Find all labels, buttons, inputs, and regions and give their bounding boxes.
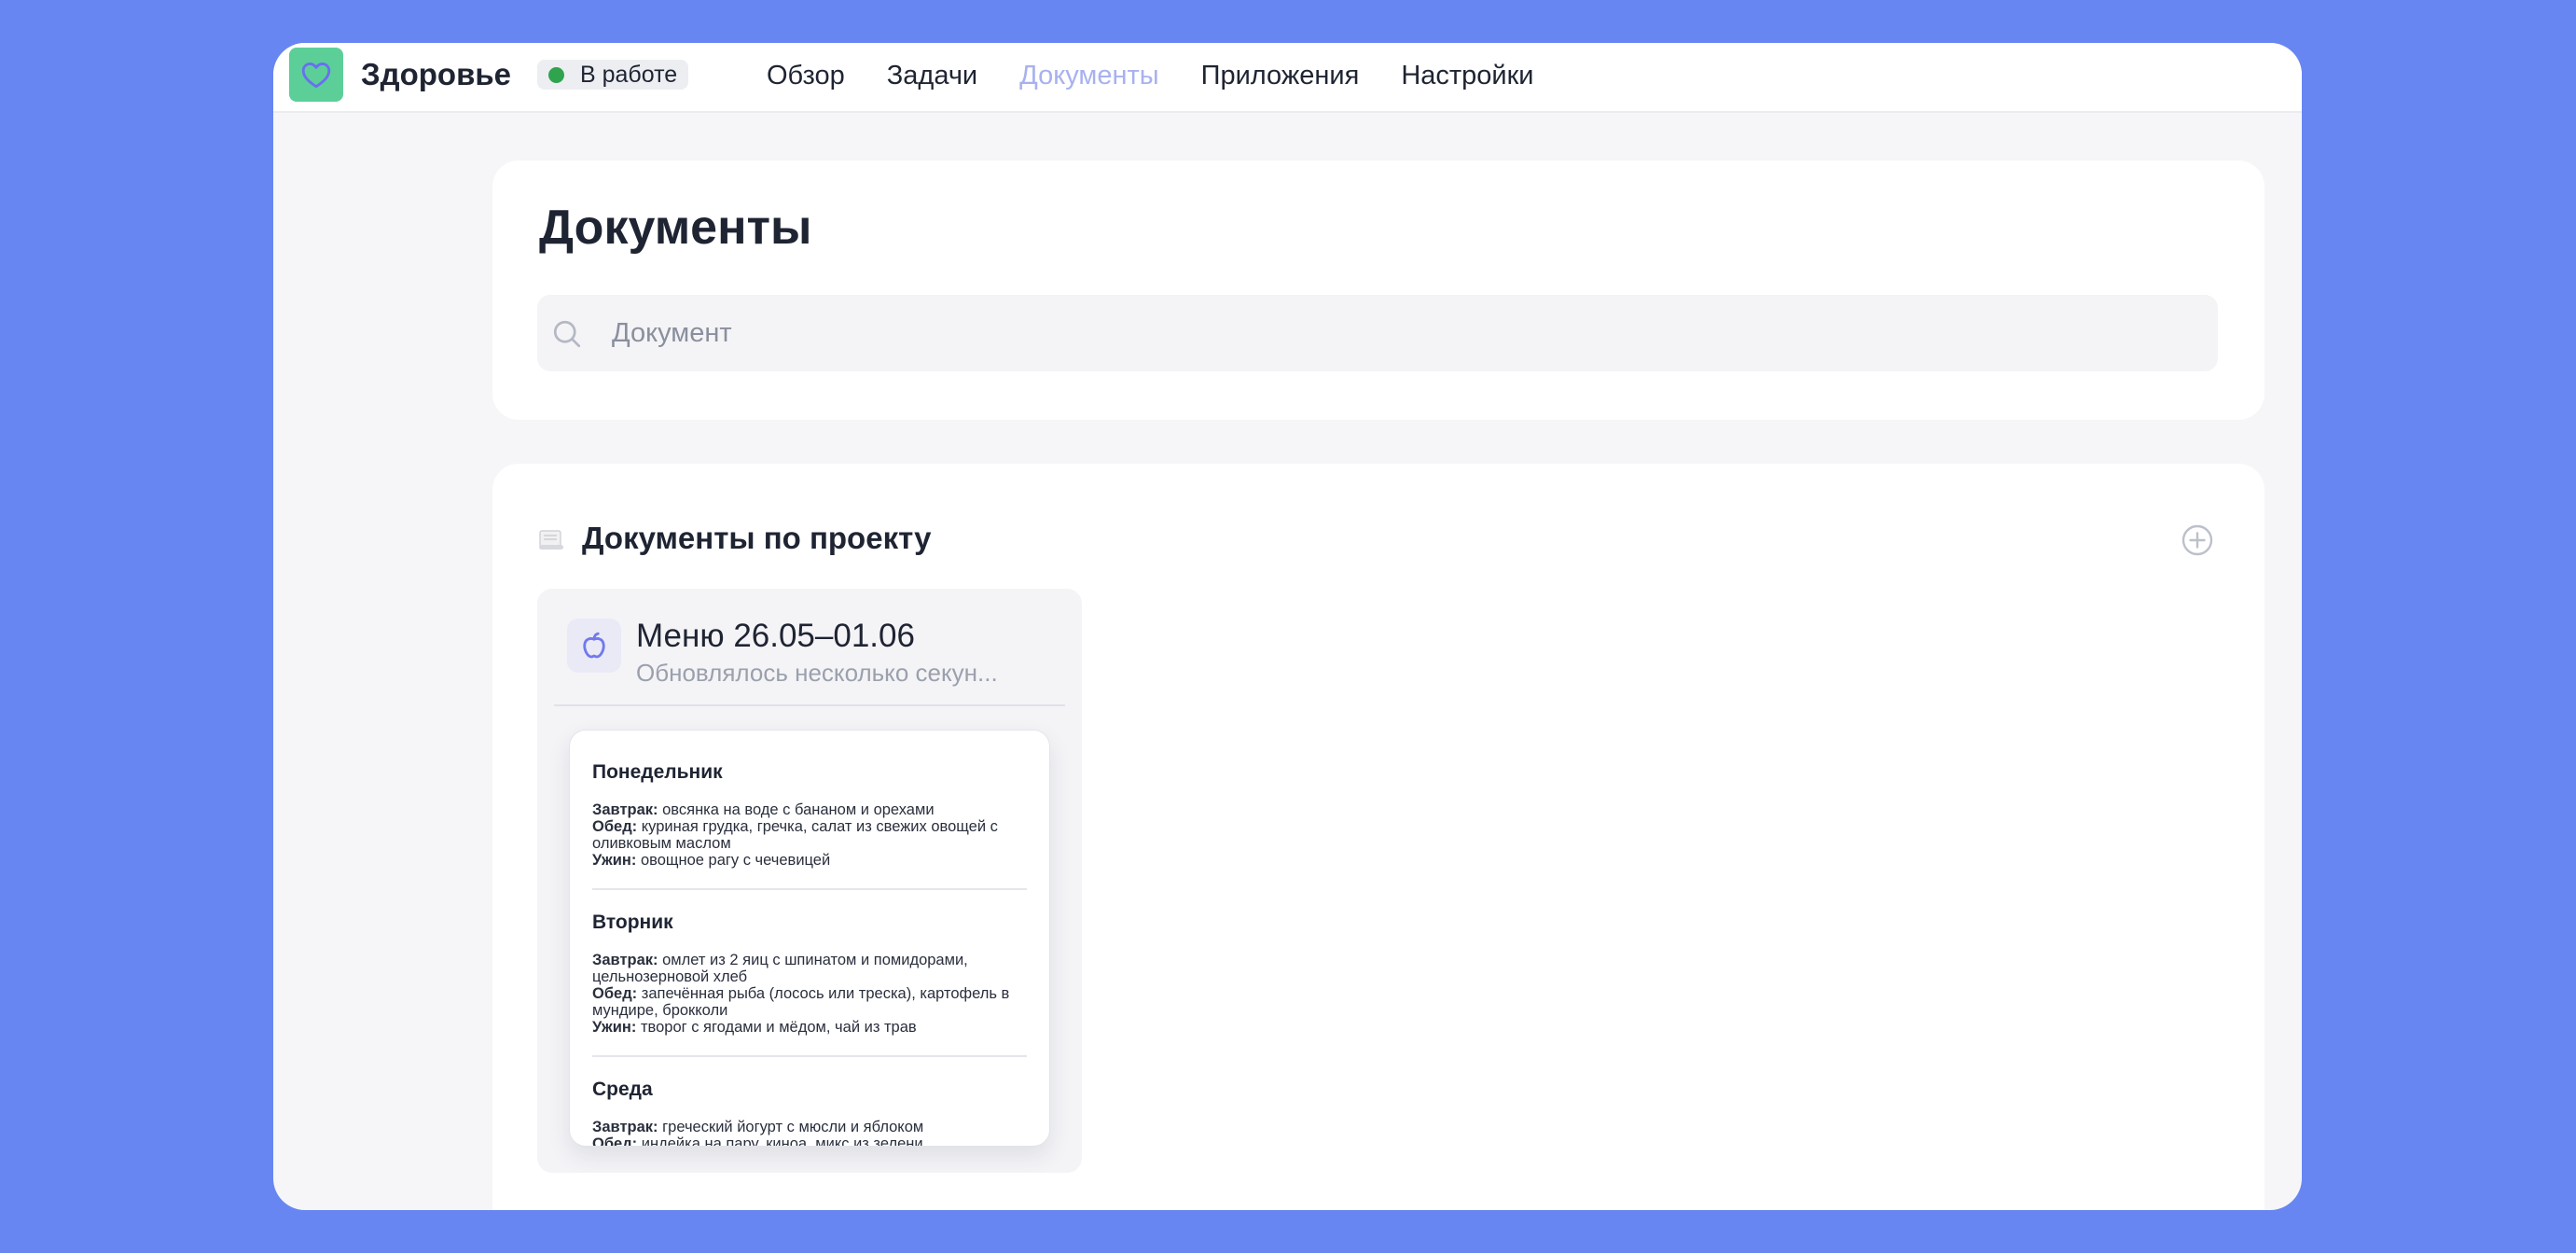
day-title: Понедельник — [592, 761, 723, 783]
search-input[interactable] — [612, 295, 2197, 371]
status-text: В работе — [580, 61, 678, 88]
day-title: Вторник — [592, 912, 673, 933]
meal-line: Ужин: овощное рагу с чечевицей — [592, 852, 831, 869]
documents-header-card: Документы — [492, 160, 2264, 420]
meal-line: Обед: запечённая рыба (лосось или треска… — [592, 985, 1010, 1019]
meal-line: Ужин: творог с ягодами и мёдом, чай из т… — [592, 1019, 917, 1036]
nav-item-tasks[interactable]: Задачи — [887, 57, 977, 94]
nav-item-overview[interactable]: Обзор — [767, 57, 845, 94]
document-icon-container — [567, 619, 621, 673]
document-preview: Понедельник Завтрак: овсянка на воде с б… — [569, 730, 1050, 1147]
day-divider — [592, 1055, 1027, 1057]
day-title: Среда — [592, 1079, 653, 1100]
divider — [554, 704, 1065, 706]
status-badge[interactable]: В работе — [537, 60, 689, 90]
meal-line: Завтрак: греческий йогурт с мюсли и ябло… — [592, 1119, 924, 1135]
app-logo-heart-icon[interactable] — [289, 48, 343, 102]
meal-line: Завтрак: омлет из 2 яиц с шпинатом и пом… — [592, 952, 968, 985]
document-updated-text: Обновлялось несколько секун... — [636, 659, 998, 687]
add-circle-icon[interactable] — [2181, 523, 2214, 557]
main-nav: Обзор Задачи Документы Приложения Настро… — [767, 57, 1576, 94]
app-window: Здоровье В работе Обзор Задачи Документы… — [273, 43, 2302, 1210]
nav-item-settings[interactable]: Настройки — [1401, 57, 1533, 94]
search-icon — [553, 320, 581, 348]
section-title: Документы по проекту — [582, 521, 932, 555]
search-box[interactable] — [537, 295, 2218, 371]
nav-item-documents[interactable]: Документы — [1019, 57, 1159, 94]
app-name[interactable]: Здоровье — [361, 56, 511, 93]
nav-item-apps[interactable]: Приложения — [1201, 57, 1360, 94]
status-dot-icon — [548, 66, 564, 83]
apple-icon — [583, 632, 605, 659]
top-navigation-bar: Здоровье В работе Обзор Задачи Документы… — [273, 43, 2302, 113]
meal-line: Обед: куриная грудка, гречка, салат из с… — [592, 818, 998, 852]
project-documents-card: Документы по проекту Меню 26.05–01.06 Об… — [492, 464, 2264, 1210]
document-title: Меню 26.05–01.06 — [636, 618, 915, 654]
day-divider — [592, 888, 1027, 890]
scroll-icon — [539, 530, 563, 550]
document-card[interactable]: Меню 26.05–01.06 Обновлялось несколько с… — [537, 589, 1082, 1173]
meal-line: Завтрак: овсянка на воде с бананом и оре… — [592, 801, 935, 818]
page-title: Документы — [539, 201, 812, 255]
meal-line: Обед: индейка на пару, киноа, микс из зе… — [592, 1135, 923, 1147]
